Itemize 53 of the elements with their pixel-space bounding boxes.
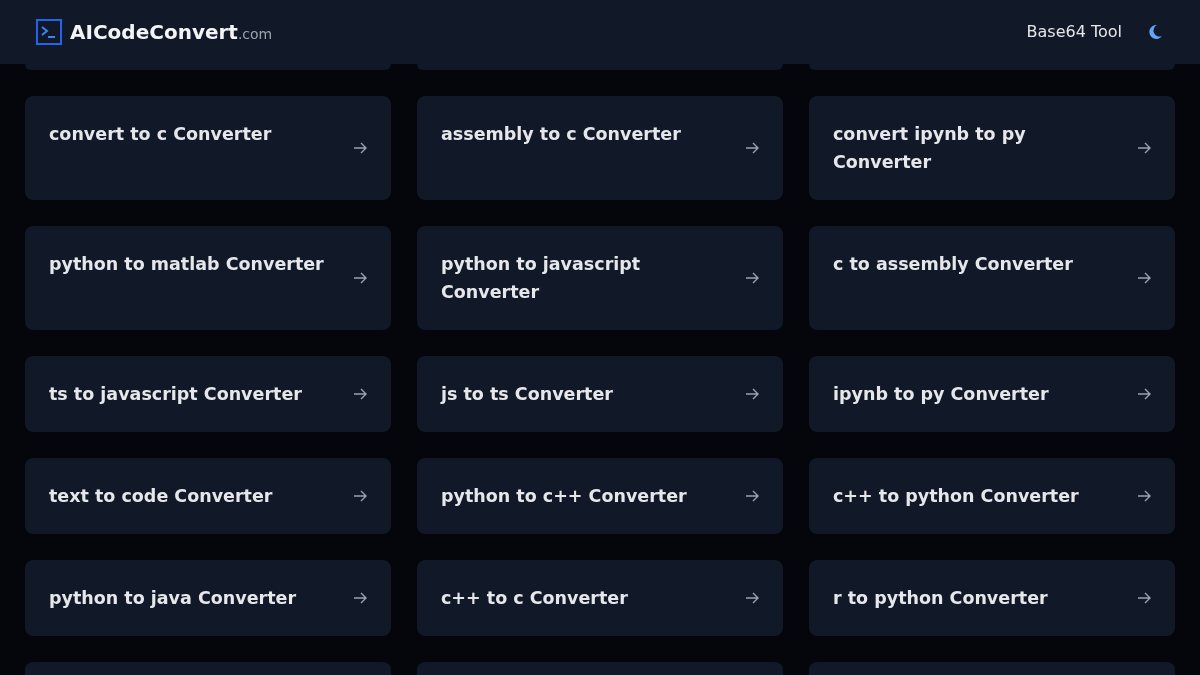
card-title: c to assembly Converter: [833, 253, 1074, 276]
card-title: convert ipynb to py Converter: [833, 123, 1027, 174]
converter-card[interactable]: python to javascript Converter: [417, 226, 783, 330]
arrow-right-icon: [1137, 490, 1151, 502]
card-title: python to javascript Converter: [441, 253, 642, 304]
card-title: python to matlab Converter: [49, 253, 325, 276]
arrow-right-icon: [1137, 592, 1151, 604]
terminal-icon: [36, 19, 62, 45]
converter-card[interactable]: [417, 662, 783, 675]
card-title: text to code Converter: [49, 485, 274, 508]
card-title: c++ to python Converter: [833, 485, 1080, 508]
converter-card[interactable]: ipynb to py Converter: [809, 356, 1175, 432]
converter-card[interactable]: convert ipynb to py Converter: [809, 96, 1175, 200]
arrow-right-icon: [353, 142, 367, 154]
arrow-right-icon: [353, 490, 367, 502]
theme-toggle-icon[interactable]: [1146, 23, 1164, 41]
converter-card[interactable]: js to ts Converter: [417, 356, 783, 432]
converter-card[interactable]: c++ to c Converter: [417, 560, 783, 636]
logo-suffix: .com: [237, 26, 273, 42]
converter-card[interactable]: convert to c Converter: [25, 96, 391, 200]
card-title: js to ts Converter: [441, 383, 614, 406]
arrow-right-icon: [745, 142, 759, 154]
converter-card[interactable]: [25, 662, 391, 675]
arrow-right-icon: [745, 272, 759, 284]
arrow-right-icon: [1137, 388, 1151, 400]
arrow-right-icon: [353, 272, 367, 284]
converter-card[interactable]: c++ to python Converter: [809, 458, 1175, 534]
converter-card[interactable]: python to java Converter: [25, 560, 391, 636]
card-title: convert to c Converter: [49, 123, 273, 146]
converter-card[interactable]: ts to javascript Converter: [25, 356, 391, 432]
arrow-right-icon: [745, 388, 759, 400]
logo-text[interactable]: AICodeConvert: [70, 20, 238, 44]
converter-card[interactable]: [809, 662, 1175, 675]
arrow-right-icon: [353, 592, 367, 604]
converter-card[interactable]: c to assembly Converter: [809, 226, 1175, 330]
converter-card[interactable]: text to code Converter: [25, 458, 391, 534]
converter-card[interactable]: python to matlab Converter: [25, 226, 391, 330]
nav-link[interactable]: Base64 Tool: [1026, 20, 1122, 44]
arrow-right-icon: [353, 388, 367, 400]
card-title: r to python Converter: [833, 587, 1049, 610]
arrow-right-icon: [1137, 272, 1151, 284]
arrow-right-icon: [745, 490, 759, 502]
card-title: ipynb to py Converter: [833, 383, 1050, 406]
card-title: ts to javascript Converter: [49, 383, 303, 406]
card-title: python to c++ Converter: [441, 485, 688, 508]
arrow-right-icon: [745, 592, 759, 604]
card-title: c++ to c Converter: [441, 587, 629, 610]
converter-card[interactable]: python to c++ Converter: [417, 458, 783, 534]
arrow-right-icon: [1137, 142, 1151, 154]
card-title: assembly to c Converter: [441, 123, 682, 146]
converter-card[interactable]: assembly to c Converter: [417, 96, 783, 200]
converter-card[interactable]: r to python Converter: [809, 560, 1175, 636]
card-title: python to java Converter: [49, 587, 298, 610]
